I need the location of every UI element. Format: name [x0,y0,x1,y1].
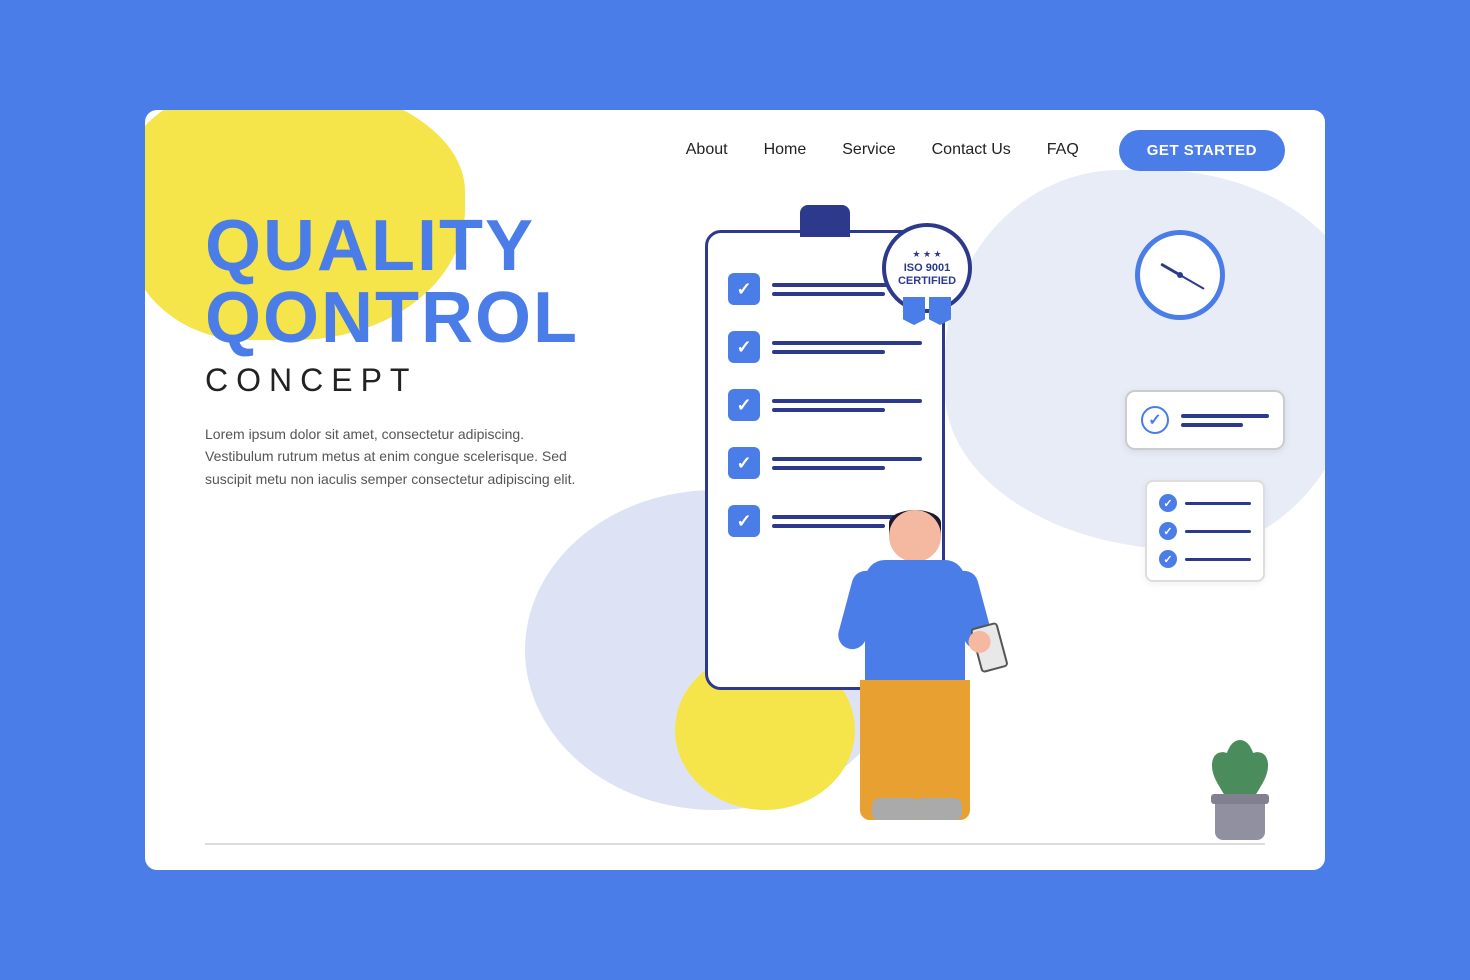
person-figure [845,510,985,850]
nav-home[interactable]: Home [764,141,807,159]
check-item-3: ✓ [728,389,922,421]
illustration-area: ★ ★ ★ ISO 9001 CERTIFIED ✓ [525,190,1325,870]
nav-service[interactable]: Service [842,141,895,159]
clock-hand-minute [1180,274,1205,290]
small-check-circle-1: ✓ [1159,494,1177,512]
iso-stars: ★ ★ ★ [912,249,941,260]
nav-links: About Home Service Contact Us FAQ [686,141,1079,159]
clipboard-top [800,205,850,237]
check-mark-4: ✓ [736,453,751,474]
check-line-3b [772,408,885,412]
nav-faq[interactable]: FAQ [1047,141,1079,159]
person-shoe-left [872,798,920,820]
small-check-line-1 [1185,502,1251,505]
check-mark-3: ✓ [736,395,751,416]
check-lines-4 [772,457,922,470]
check-box-1: ✓ [728,273,760,305]
clock-center-dot [1177,272,1183,278]
small-check-item-1: ✓ [1159,494,1251,512]
person-pants [860,680,970,820]
clock-icon [1135,230,1225,320]
check-box-4: ✓ [728,447,760,479]
check-line-2a [772,341,922,345]
small-check-item-3: ✓ [1159,550,1251,568]
small-check-circle-3: ✓ [1159,550,1177,568]
check-line-3a [772,399,922,403]
nav-contact[interactable]: Contact Us [932,141,1011,159]
iso-ribbon [903,297,951,325]
check-card-icon: ✓ [1141,406,1169,434]
check-card-lines-wrap [1181,414,1269,427]
check-lines-2 [772,341,922,354]
person-shoe-right [914,798,962,820]
page-container: About Home Service Contact Us FAQ GET ST… [145,110,1325,870]
check-box-2: ✓ [728,331,760,363]
check-lines-3 [772,399,922,412]
ribbon-left [903,297,925,325]
small-check-mark-3: ✓ [1163,553,1172,566]
clock-inner [1145,240,1215,310]
iso-text-line2: CERTIFIED [898,275,956,287]
iso-circle: ★ ★ ★ ISO 9001 CERTIFIED [882,223,972,313]
check-card-big: ✓ [1125,390,1285,450]
ribbon-right [929,297,951,325]
check-line-1b [772,292,885,296]
check-mark-1: ✓ [736,279,751,300]
get-started-button[interactable]: GET STARTED [1119,130,1285,171]
navbar: About Home Service Contact Us FAQ GET ST… [145,110,1325,190]
plant-decoration [1215,800,1265,840]
check-box-5: ✓ [728,505,760,537]
small-check-mark-1: ✓ [1163,497,1172,510]
nav-about[interactable]: About [686,141,728,159]
iso-badge: ★ ★ ★ ISO 9001 CERTIFIED [882,223,982,323]
person-head [889,510,941,562]
check-card-line-1 [1181,414,1269,418]
plant-pot [1215,800,1265,840]
small-checklist-card: ✓ ✓ ✓ [1145,480,1265,582]
check-mark-5: ✓ [736,511,751,532]
check-line-4b [772,466,885,470]
check-item-4: ✓ [728,447,922,479]
check-line-4a [772,457,922,461]
check-item-2: ✓ [728,331,922,363]
iso-text-line1: ISO 9001 [904,262,950,274]
small-check-line-3 [1185,558,1251,561]
small-check-mark-2: ✓ [1163,525,1172,538]
check-mark-2: ✓ [736,337,751,358]
person-body [865,560,965,690]
small-check-circle-2: ✓ [1159,522,1177,540]
check-box-3: ✓ [728,389,760,421]
check-card-line-2 [1181,423,1243,427]
check-line-2b [772,350,885,354]
small-check-line-2 [1185,530,1251,533]
small-check-item-2: ✓ [1159,522,1251,540]
